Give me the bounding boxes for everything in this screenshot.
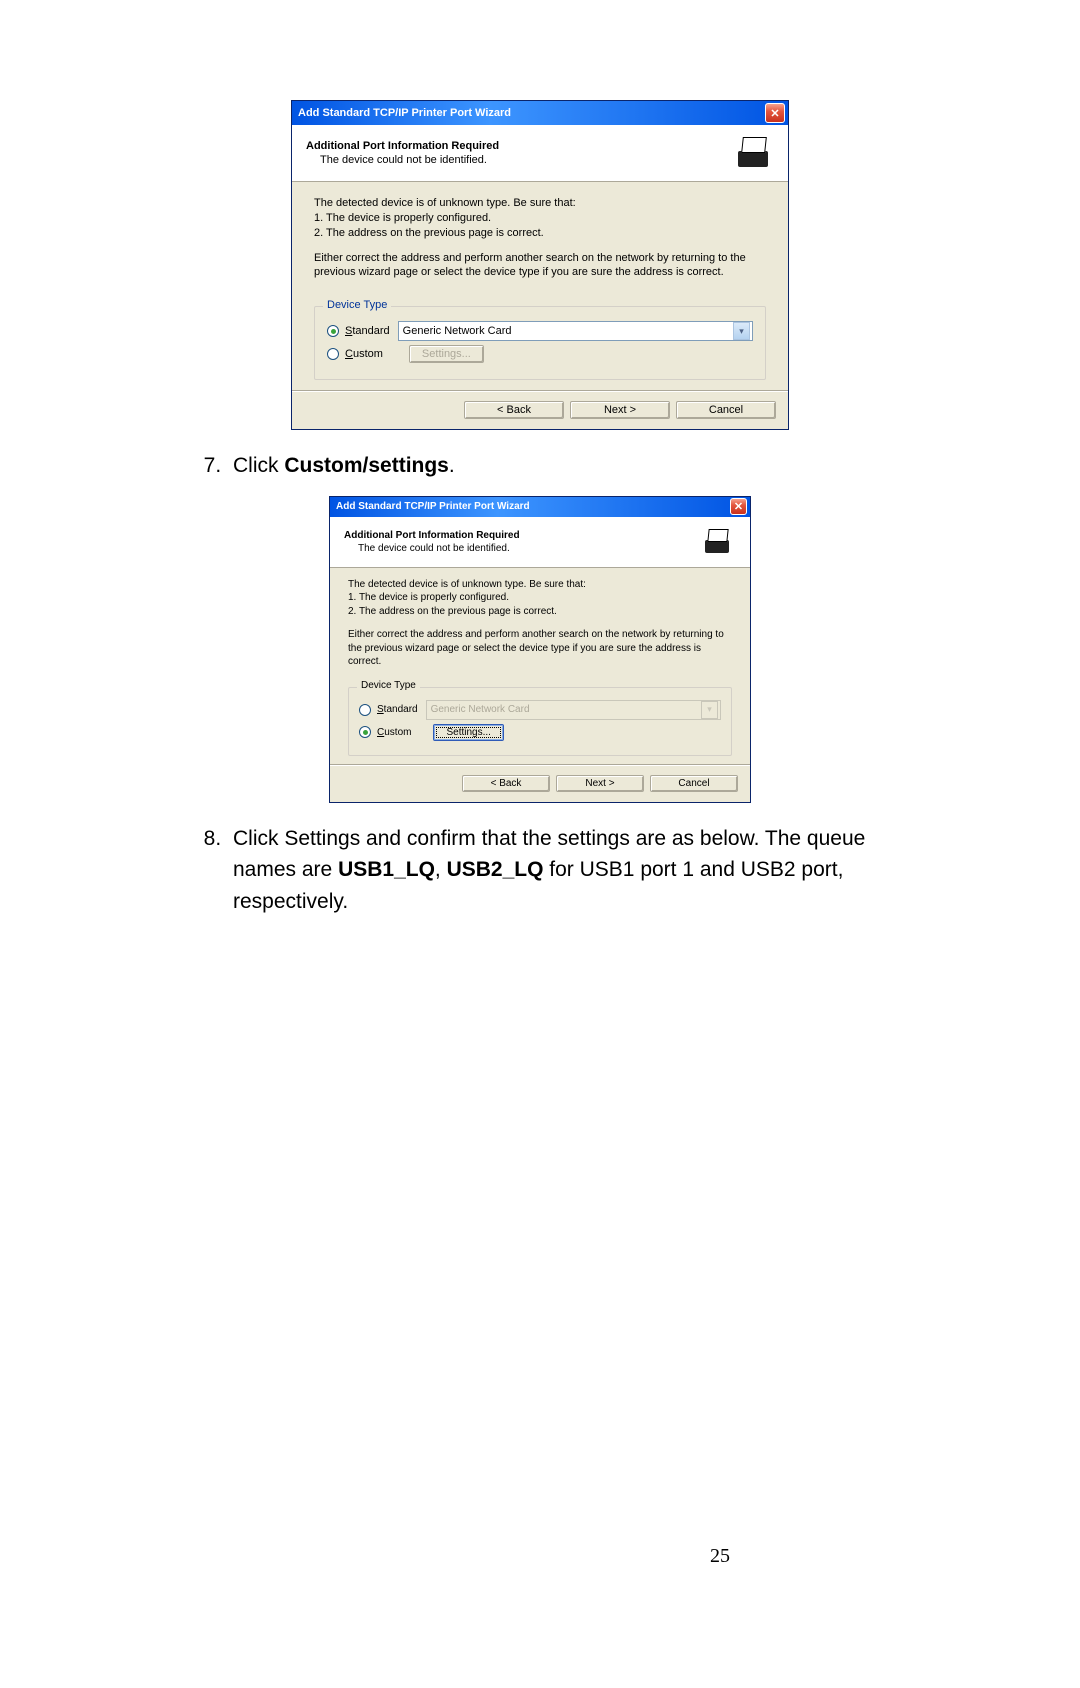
detect-para: Either correct the address and perform a… [314, 251, 766, 281]
chevron-down-icon: ▾ [701, 701, 718, 719]
radio-standard[interactable] [359, 704, 371, 716]
wizard-dialog-1: Add Standard TCP/IP Printer Port Wizard … [291, 100, 789, 430]
step-list: Click Custom/settings. [175, 450, 905, 482]
titlebar[interactable]: Add Standard TCP/IP Printer Port Wizard … [330, 497, 750, 517]
chevron-down-icon[interactable]: ▾ [733, 322, 750, 340]
step-7: Click Custom/settings. [227, 450, 905, 482]
detect-line: The detected device is of unknown type. … [348, 578, 732, 592]
back-button[interactable]: < Back [464, 401, 564, 419]
next-button[interactable]: Next > [556, 775, 644, 792]
detect-para: Either correct the address and perform a… [348, 628, 732, 669]
header-subtitle: The device could not be identified. [344, 543, 520, 554]
custom-radio-row[interactable]: Custom Settings... [359, 724, 721, 741]
back-button[interactable]: < Back [462, 775, 550, 792]
cancel-button[interactable]: Cancel [676, 401, 776, 419]
radio-custom[interactable] [359, 726, 371, 738]
settings-button[interactable]: Settings... [433, 724, 503, 741]
detect-item-2: 2. The address on the previous page is c… [314, 226, 766, 241]
wizard-dialog-2: Add Standard TCP/IP Printer Port Wizard … [329, 496, 751, 803]
dialog-footer: < Back Next > Cancel [330, 764, 750, 802]
device-type-group: Device Type Standard Generic Network Car… [348, 687, 732, 756]
wizard-header: Additional Port Information Required The… [292, 125, 788, 182]
device-type-select[interactable]: Generic Network Card ▾ [398, 321, 753, 341]
device-type-select: Generic Network Card ▾ [426, 700, 721, 720]
radio-standard[interactable] [327, 325, 339, 337]
titlebar[interactable]: Add Standard TCP/IP Printer Port Wizard … [292, 101, 788, 125]
dialog-body: The detected device is of unknown type. … [292, 182, 788, 390]
select-value: Generic Network Card [403, 325, 512, 337]
header-subtitle: The device could not be identified. [306, 154, 499, 166]
standard-radio-row[interactable]: Standard Generic Network Card ▾ [327, 321, 753, 341]
detect-item-1: 1. The device is properly configured. [314, 211, 766, 226]
printer-icon [700, 527, 736, 557]
custom-radio-row[interactable]: Custom Settings... [327, 345, 753, 363]
detect-text: The detected device is of unknown type. … [348, 578, 732, 619]
settings-button: Settings... [409, 345, 484, 363]
header-text: Additional Port Information Required The… [306, 140, 499, 166]
close-icon[interactable]: ✕ [730, 498, 747, 515]
custom-label: Custom [345, 348, 383, 360]
radio-custom[interactable] [327, 348, 339, 360]
detect-text: The detected device is of unknown type. … [314, 196, 766, 241]
header-title: Additional Port Information Required [306, 140, 499, 152]
detect-item-2: 2. The address on the previous page is c… [348, 605, 732, 619]
header-title: Additional Port Information Required [344, 530, 520, 541]
standard-label: Standard [345, 325, 390, 337]
next-button[interactable]: Next > [570, 401, 670, 419]
select-value: Generic Network Card [431, 704, 530, 715]
wizard-header: Additional Port Information Required The… [330, 517, 750, 568]
dialog-footer: < Back Next > Cancel [292, 390, 788, 429]
window-title: Add Standard TCP/IP Printer Port Wizard [336, 501, 530, 512]
page-number: 25 [710, 1545, 730, 1568]
standard-label: Standard [377, 704, 418, 715]
window-title: Add Standard TCP/IP Printer Port Wizard [298, 107, 511, 119]
device-type-legend: Device Type [323, 299, 391, 311]
header-text: Additional Port Information Required The… [344, 530, 520, 554]
detect-line: The detected device is of unknown type. … [314, 196, 766, 211]
standard-radio-row[interactable]: Standard Generic Network Card ▾ [359, 700, 721, 720]
device-type-group: Device Type Standard Generic Network Car… [314, 306, 766, 380]
step-list-2: Click Settings and confirm that the sett… [175, 823, 905, 918]
close-icon[interactable]: ✕ [765, 103, 785, 123]
printer-icon [732, 135, 774, 171]
detect-item-1: 1. The device is properly configured. [348, 591, 732, 605]
cancel-button[interactable]: Cancel [650, 775, 738, 792]
device-type-legend: Device Type [357, 680, 420, 691]
step-8: Click Settings and confirm that the sett… [227, 823, 905, 918]
dialog-body: The detected device is of unknown type. … [330, 568, 750, 764]
custom-label: Custom [377, 727, 411, 738]
